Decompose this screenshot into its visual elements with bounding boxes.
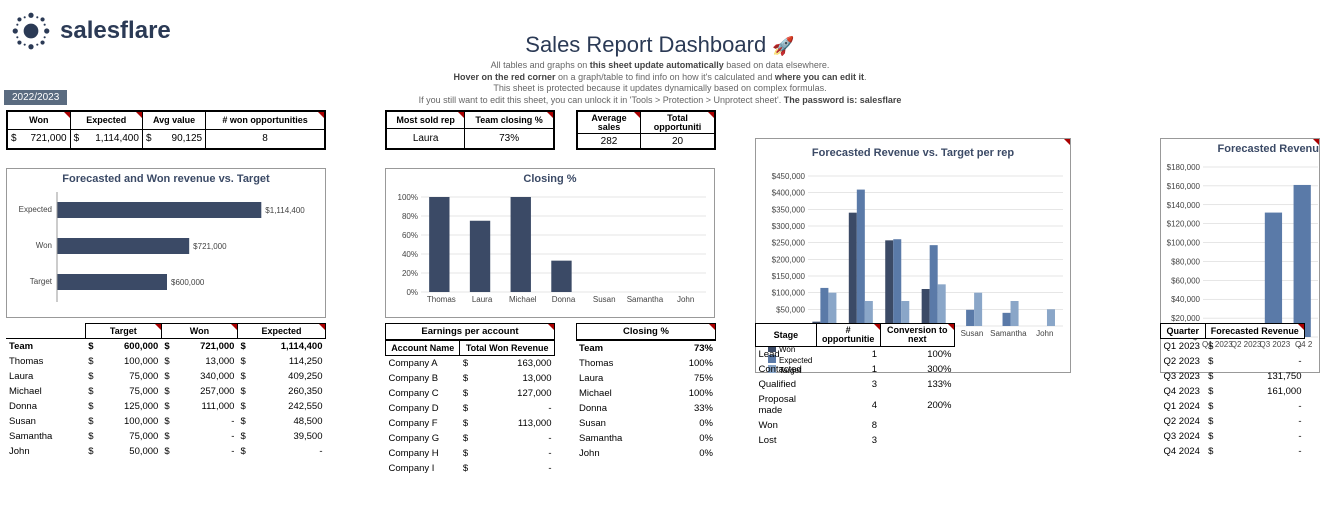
table-funnel: Stage # opportunitie Conversion to next … — [755, 323, 955, 448]
kpi-row: Won Expected Avg value # won opportuniti… — [0, 110, 1320, 158]
svg-text:20%: 20% — [402, 269, 418, 278]
svg-text:$120,000: $120,000 — [1167, 220, 1201, 229]
kpi1-expected: $1,114,400 — [70, 129, 142, 148]
table-team-targets: Target Won Expected Team$600,000$721,000… — [6, 323, 326, 459]
svg-text:40%: 40% — [402, 250, 418, 259]
kpi3-tot-header: Total opportuniti — [641, 112, 715, 134]
svg-text:$150,000: $150,000 — [772, 272, 806, 281]
chart-row: Forecasted and Won revenue vs. Target Ex… — [0, 158, 1320, 323]
subtitle: All tables and graphs on this sheet upda… — [0, 60, 1320, 107]
chart3-title: Forecasted Revenue vs. Target per rep — [756, 147, 1070, 159]
kpi1-opp: 8 — [206, 129, 325, 148]
svg-text:60%: 60% — [402, 231, 418, 240]
kpi2-close: 73% — [465, 129, 554, 149]
svg-text:$350,000: $350,000 — [772, 205, 806, 214]
header: salesflare Sales Report Dashboard 🚀 All … — [0, 0, 1320, 110]
kpi-panel-1: Won Expected Avg value # won opportuniti… — [6, 110, 326, 150]
kpi3-tot: 20 — [641, 134, 715, 149]
svg-text:$160,000: $160,000 — [1167, 182, 1201, 191]
chart-closing: Closing % 0% 20% 40% 60% 80% 100% Thomas Laura M… — [385, 168, 715, 318]
svg-text:$100,000: $100,000 — [1167, 239, 1201, 248]
kpi-panel-2: Most sold rep Team closing % Laura 73% — [385, 110, 555, 150]
svg-text:Donna: Donna — [552, 295, 576, 304]
chart1-svg: Expected $1,114,400 Won $721,000 Target $600,… — [7, 187, 327, 312]
svg-text:100%: 100% — [398, 193, 418, 202]
chart2-svg: 0% 20% 40% 60% 80% 100% Thomas Laura Michael Donn… — [386, 187, 716, 312]
title-text: Sales Report Dashboard — [525, 32, 766, 57]
svg-text:$400,000: $400,000 — [772, 189, 806, 198]
kpi1-avg-header: Avg value — [142, 112, 205, 130]
kpi1-won: $721,000 — [8, 129, 71, 148]
svg-text:$1,114,400: $1,114,400 — [265, 206, 305, 215]
chart-hbar: Forecasted and Won revenue vs. Target Ex… — [6, 168, 326, 318]
svg-text:$250,000: $250,000 — [772, 239, 806, 248]
svg-text:$300,000: $300,000 — [772, 222, 806, 231]
svg-text:Susan: Susan — [593, 295, 616, 304]
svg-text:Laura: Laura — [472, 295, 493, 304]
svg-text:Samantha: Samantha — [627, 295, 664, 304]
svg-text:$140,000: $140,000 — [1167, 201, 1201, 210]
table-earnings: Earnings per account Account Name Total … — [385, 323, 555, 476]
svg-text:$50,000: $50,000 — [776, 305, 805, 314]
kpi2-rep: Laura — [387, 129, 465, 149]
svg-text:$100,000: $100,000 — [772, 289, 806, 298]
svg-text:Thomas: Thomas — [427, 295, 456, 304]
chart3-svg: $-$50,000$100,000$150,000$200,000$250,00… — [756, 161, 1072, 341]
svg-text:$80,000: $80,000 — [1171, 257, 1200, 266]
kpi2-close-header: Team closing % — [465, 112, 554, 129]
svg-text:80%: 80% — [402, 212, 418, 221]
rocket-icon: 🚀 — [772, 36, 794, 56]
svg-text:$600,000: $600,000 — [171, 278, 205, 287]
svg-text:$20,000: $20,000 — [1171, 314, 1200, 323]
svg-text:Michael: Michael — [509, 295, 537, 304]
kpi1-won-header: Won — [8, 112, 71, 130]
svg-text:0%: 0% — [406, 288, 418, 297]
svg-text:$721,000: $721,000 — [193, 242, 227, 251]
kpi3-avg-header: Average sales — [578, 112, 641, 134]
svg-text:Expected: Expected — [19, 205, 52, 214]
svg-text:John: John — [677, 295, 694, 304]
chart2-title: Closing % — [386, 173, 714, 185]
kpi1-opp-header: # won opportunities — [206, 112, 325, 130]
chart4-title: Forecasted Revenu — [1161, 143, 1319, 155]
kpi1-avg: $90,125 — [142, 129, 205, 148]
svg-text:$450,000: $450,000 — [772, 172, 806, 181]
svg-text:$60,000: $60,000 — [1171, 276, 1200, 285]
page-title: Sales Report Dashboard 🚀 — [0, 32, 1320, 58]
chart1-title: Forecasted and Won revenue vs. Target — [7, 173, 325, 185]
table-closing: Closing % Team73%Thomas100%Laura75%Micha… — [576, 323, 716, 461]
svg-text:$200,000: $200,000 — [772, 255, 806, 264]
svg-text:$40,000: $40,000 — [1171, 295, 1200, 304]
svg-text:$180,000: $180,000 — [1167, 163, 1201, 172]
table-forecast-quarter: Quarter Forecasted Revenue Q1 2023$-Q2 2… — [1160, 323, 1305, 459]
kpi2-rep-header: Most sold rep — [387, 112, 465, 129]
tables-row: Target Won Expected Team$600,000$721,000… — [0, 323, 1320, 523]
kpi-panel-3: Average sales Total opportuniti 282 20 — [576, 110, 716, 150]
kpi1-expected-header: Expected — [70, 112, 142, 130]
kpi3-avg: 282 — [578, 134, 641, 149]
year-tab[interactable]: 2022/2023 — [4, 90, 67, 105]
svg-text:Won: Won — [36, 241, 52, 250]
svg-text:Target: Target — [30, 277, 53, 286]
